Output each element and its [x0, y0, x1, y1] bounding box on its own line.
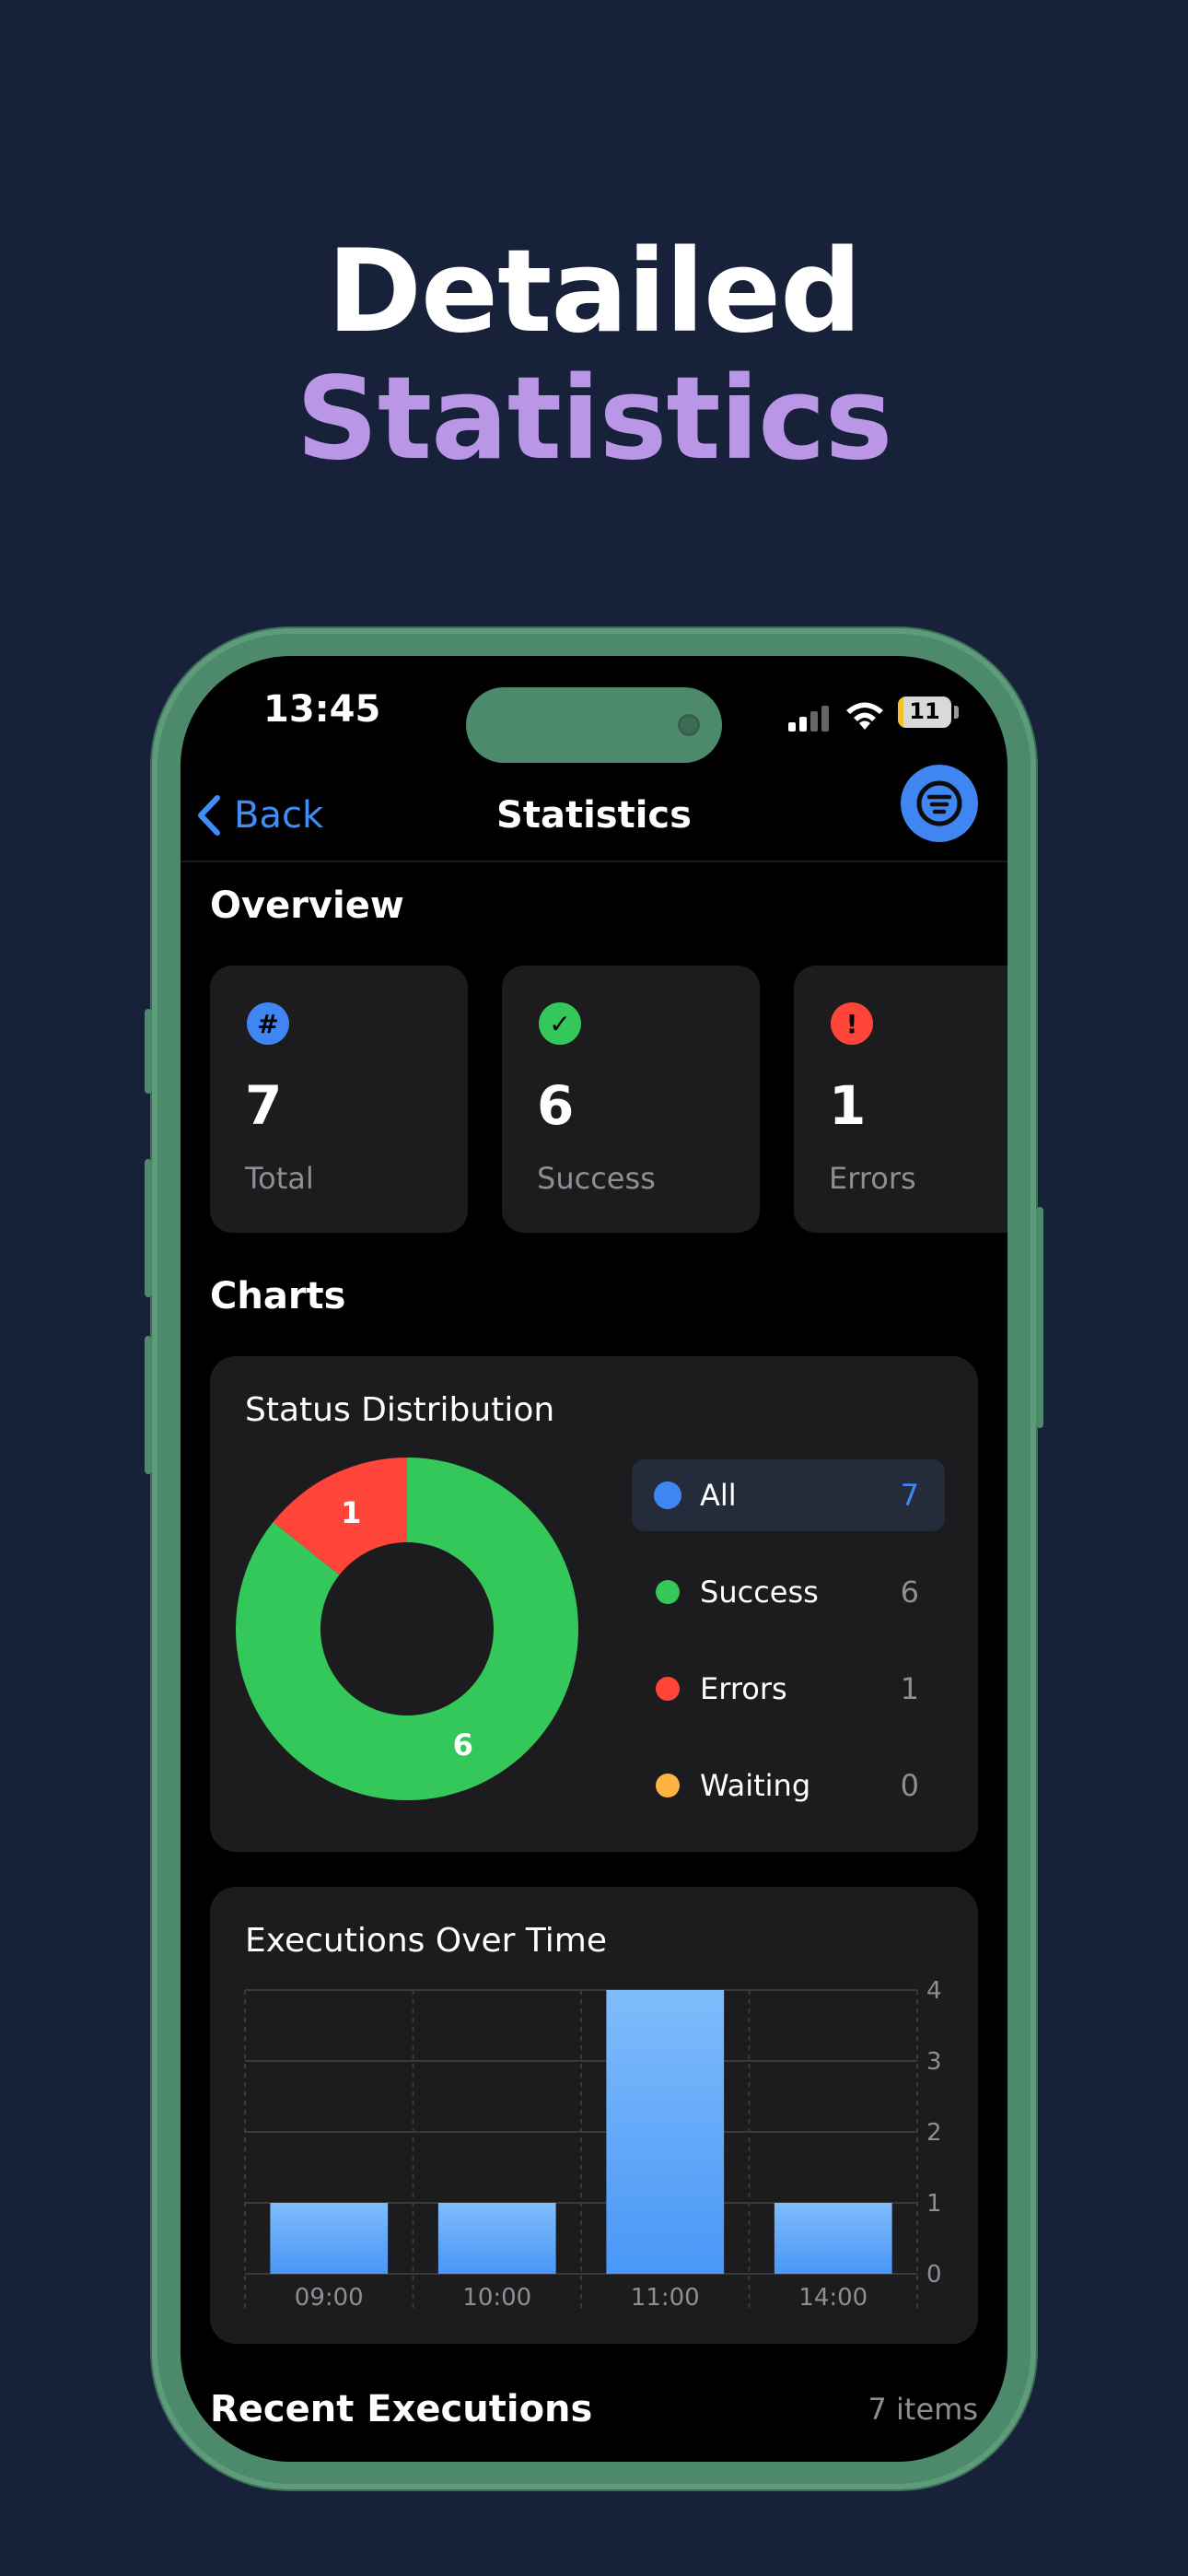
donut-value-label: 1 — [341, 1495, 361, 1530]
signal-icon — [788, 706, 831, 732]
donut-value-label: 6 — [453, 1727, 473, 1762]
headline: Detailed Statistics — [0, 228, 1188, 483]
status-donut-chart: 61 — [236, 1458, 578, 1800]
legend-item-all[interactable]: All 7 — [632, 1459, 945, 1531]
phone-screen: 13:45 11 Back Statistics Overview # 7 To… — [181, 656, 1007, 2462]
status-time: 13:45 — [263, 688, 381, 731]
legend-label: Errors — [700, 1671, 787, 1706]
phone-action-button — [145, 1009, 152, 1094]
stat-label: Total — [245, 1161, 314, 1196]
back-button[interactable]: Back — [197, 794, 323, 837]
status-distribution-panel: Status Distribution 61 All 7 Success 6 E… — [210, 1356, 978, 1852]
legend-label: Waiting — [700, 1768, 811, 1803]
status-distribution-title: Status Distribution — [245, 1391, 555, 1429]
legend-count: 7 — [900, 1478, 919, 1513]
filter-button[interactable] — [901, 765, 978, 842]
stat-value: 1 — [829, 1074, 867, 1137]
filter-icon — [916, 780, 962, 826]
legend-dot — [656, 1580, 680, 1604]
headline-line-2: Statistics — [296, 353, 893, 486]
y-tick-label: 0 — [926, 2261, 942, 2289]
legend-item-waiting[interactable]: Waiting 0 — [632, 1750, 945, 1821]
charts-title: Charts — [210, 1275, 346, 1317]
battery-tip — [954, 706, 959, 719]
bar-14:00 — [774, 2203, 892, 2274]
legend-dot — [656, 1677, 680, 1701]
bar-09:00 — [270, 2203, 389, 2274]
legend-label: All — [700, 1478, 737, 1513]
legend-label: Success — [700, 1575, 819, 1610]
recent-executions-title: Recent Executions — [210, 2388, 593, 2430]
camera-icon — [678, 714, 700, 736]
bar-10:00 — [437, 2203, 556, 2274]
x-tick-label: 14:00 — [798, 2284, 868, 2312]
navigation-bar: Back Statistics — [181, 757, 1007, 862]
x-tick-label: 09:00 — [295, 2284, 364, 2312]
exclamation-icon: ! — [831, 1002, 873, 1045]
overview-title: Overview — [210, 884, 404, 927]
y-tick-label: 3 — [926, 2048, 942, 2076]
battery-icon: 11 — [898, 697, 951, 728]
executions-panel: Executions Over Time 0 1 2 3 4 09:00 10:00 11:0… — [210, 1887, 978, 2344]
executions-bar-chart: 0 1 2 3 4 09:00 10:00 11:00 14:00 — [244, 1977, 942, 2312]
dynamic-island — [466, 687, 722, 763]
y-tick-label: 4 — [926, 1977, 942, 2005]
legend-item-errors[interactable]: Errors 1 — [632, 1653, 945, 1725]
stat-card-success[interactable]: ✓ 6 Success — [502, 966, 760, 1233]
x-tick-label: 10:00 — [462, 2284, 531, 2312]
checkmark-icon: ✓ — [539, 1002, 581, 1045]
y-tick-label: 2 — [926, 2119, 942, 2147]
legend-item-success[interactable]: Success 6 — [632, 1556, 945, 1628]
phone-volume-down-button — [145, 1336, 152, 1474]
wifi-icon — [846, 702, 883, 730]
stat-label: Success — [537, 1161, 656, 1196]
hash-icon: # — [247, 1002, 289, 1045]
battery-percent: 11 — [909, 698, 940, 724]
legend-dot — [654, 1481, 681, 1509]
y-tick-label: 1 — [926, 2190, 942, 2218]
x-tick-label: 11:00 — [631, 2284, 700, 2312]
headline-line-1: Detailed — [327, 226, 862, 358]
phone-volume-up-button — [145, 1159, 152, 1297]
stat-value: 7 — [245, 1074, 283, 1137]
phone-side-button — [1036, 1207, 1043, 1428]
recent-executions-count: 7 items — [868, 2392, 979, 2427]
bar-11:00 — [606, 1990, 725, 2274]
legend-dot — [656, 1774, 680, 1797]
legend-count: 1 — [900, 1671, 919, 1706]
legend-count: 0 — [900, 1768, 919, 1803]
stat-card-total[interactable]: # 7 Total — [210, 966, 468, 1233]
stat-label: Errors — [829, 1161, 916, 1196]
stat-card-errors[interactable]: ! 1 Errors — [794, 966, 1007, 1233]
back-label: Back — [234, 794, 324, 837]
chevron-left-icon — [198, 795, 220, 836]
legend-count: 6 — [900, 1575, 919, 1610]
stat-value: 6 — [537, 1074, 575, 1137]
